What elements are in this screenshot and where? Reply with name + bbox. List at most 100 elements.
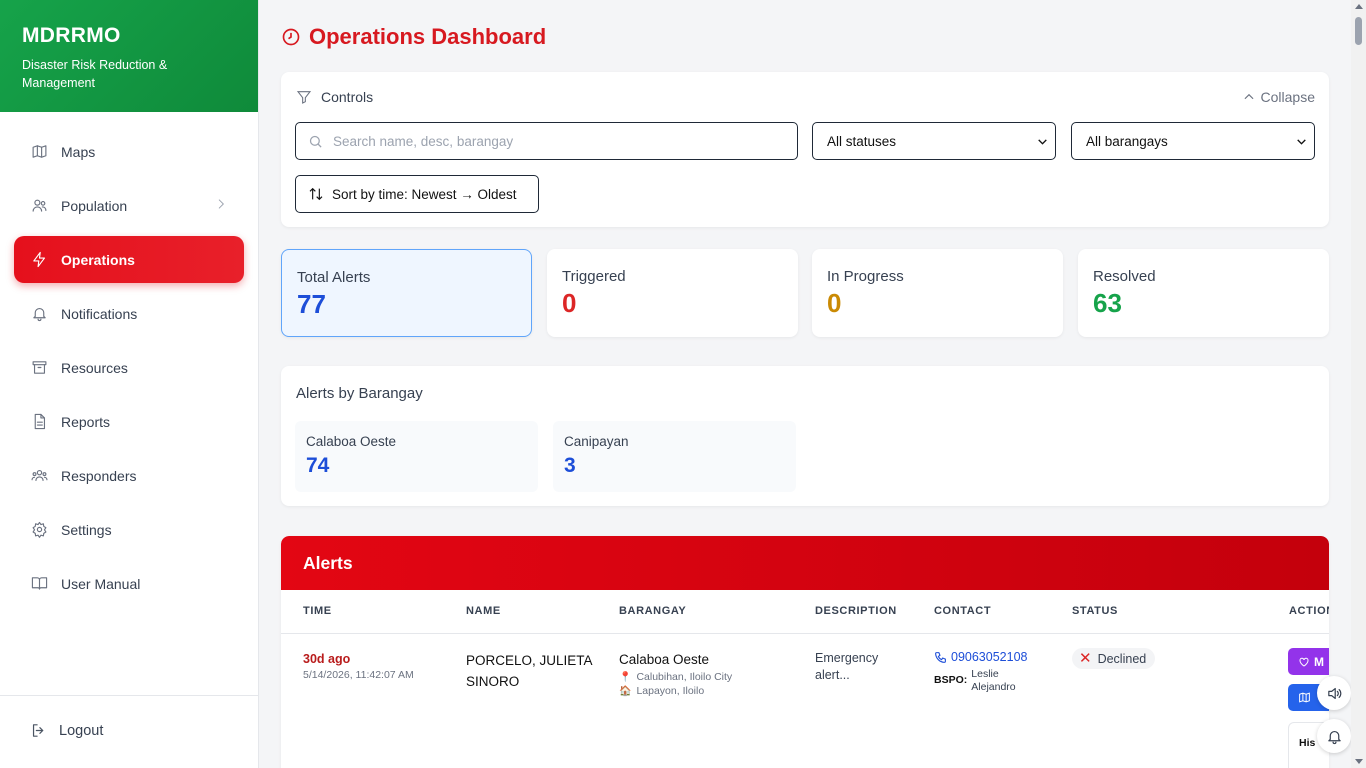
- column-header: STATUS: [1072, 605, 1118, 617]
- sidebar-item-notifications[interactable]: Notifications: [14, 290, 244, 337]
- alerts-title: Alerts: [281, 536, 1329, 590]
- logout-section: Logout: [0, 695, 258, 768]
- contact-cell: 09063052108 BSPO: Leslie Alejandro: [934, 650, 1027, 694]
- sort-label: Sort by time: Newest → Oldest: [332, 186, 517, 202]
- notifications-button[interactable]: [1317, 719, 1351, 753]
- collapse-label: Collapse: [1260, 89, 1315, 105]
- sidebar-item-settings[interactable]: Settings: [14, 506, 244, 553]
- bspo-info: BSPO: Leslie Alejandro: [934, 668, 1027, 694]
- table-header: TIME NAME BARANGAY DESCRIPTION CONTACT S…: [281, 590, 1329, 634]
- stat-label: Triggered: [562, 268, 626, 285]
- sidebar-item-population[interactable]: Population: [14, 182, 244, 229]
- close-icon: ✕: [1079, 650, 1092, 667]
- controls-panel: Controls Collapse All statuses All baran…: [281, 72, 1329, 227]
- bspo-name: Leslie Alejandro: [971, 668, 1016, 693]
- logout-icon: [32, 724, 44, 737]
- barangay-tile[interactable]: Canipayan 3: [553, 421, 796, 492]
- search-box: [295, 122, 798, 160]
- pin-icon: 📍: [619, 671, 632, 683]
- sidebar-item-operations[interactable]: Operations: [14, 236, 244, 283]
- action-label: M: [1314, 654, 1324, 669]
- column-header: TIME: [303, 605, 332, 617]
- main-content: Operations Dashboard Controls Collapse A…: [259, 0, 1351, 768]
- chevron-down-icon: [1297, 138, 1306, 145]
- filter-icon: [296, 91, 312, 104]
- sort-button[interactable]: Sort by time: Newest → Oldest: [295, 175, 539, 213]
- sidebar-item-user-manual[interactable]: User Manual: [14, 560, 244, 607]
- search-input[interactable]: [333, 133, 773, 149]
- barangay-tile[interactable]: Calaboa Oeste 74: [295, 421, 538, 492]
- time-ago: 30d ago: [303, 652, 351, 666]
- logout-label: Logout: [59, 722, 104, 739]
- timestamp: 5/14/2026, 11:42:07 AM: [303, 669, 414, 681]
- search-icon: [309, 135, 322, 148]
- action-button-primary[interactable]: M: [1288, 648, 1329, 675]
- sidebar-item-label: Resources: [61, 359, 128, 376]
- users-icon: [30, 197, 48, 215]
- sidebar-item-responders[interactable]: Responders: [14, 452, 244, 499]
- sidebar-item-label: Responders: [61, 467, 137, 484]
- controls-title: Controls: [321, 89, 374, 105]
- phone-icon: [935, 651, 946, 663]
- chevron-right-icon: [214, 197, 228, 214]
- status-select-value: All statuses: [827, 133, 897, 149]
- sidebar-item-label: Reports: [61, 413, 111, 430]
- section-title: Alerts by Barangay: [296, 385, 423, 402]
- status-select[interactable]: All statuses: [812, 122, 1056, 160]
- stat-value: 77: [297, 289, 326, 319]
- history-label: His: [1299, 737, 1316, 749]
- map-icon: [30, 143, 48, 161]
- table-row[interactable]: 30d ago 5/14/2026, 11:42:07 AM PORCELO, …: [281, 634, 1329, 768]
- column-header: BARANGAY: [619, 605, 687, 617]
- heart-icon: [1299, 657, 1309, 667]
- stat-label: In Progress: [827, 268, 904, 285]
- sidebar-item-label: Notifications: [61, 305, 138, 322]
- lightning-icon: [30, 251, 48, 269]
- scrollbar-thumb[interactable]: [1355, 17, 1362, 45]
- stat-value: 0: [827, 288, 842, 318]
- sidebar-item-reports[interactable]: Reports: [14, 398, 244, 445]
- name-cell: PORCELO, JULIETA SINORO: [466, 653, 592, 689]
- document-icon: [30, 413, 48, 431]
- house-icon: 🏠: [619, 685, 632, 697]
- phone-link[interactable]: 09063052108: [934, 650, 1027, 664]
- phone-number: 09063052108: [951, 650, 1028, 664]
- page-scrollbar[interactable]: [1351, 0, 1366, 768]
- gear-icon: [30, 521, 48, 539]
- page-title: Operations Dashboard: [281, 24, 546, 50]
- alerts-by-barangay: Alerts by Barangay Calaboa Oeste 74 Cani…: [281, 366, 1329, 506]
- stat-value: 63: [1093, 288, 1122, 318]
- sidebar-item-resources[interactable]: Resources: [14, 344, 244, 391]
- description-cell: Emergency alert...: [815, 651, 879, 682]
- bell-icon: [30, 305, 48, 323]
- map-icon: [1299, 692, 1310, 703]
- alerts-table: Alerts TIME NAME BARANGAY DESCRIPTION CO…: [281, 536, 1329, 768]
- barangay-tile-count: 74: [306, 454, 330, 477]
- column-header: NAME: [466, 605, 501, 617]
- stat-resolved[interactable]: Resolved 63: [1078, 249, 1329, 337]
- stat-triggered[interactable]: Triggered 0: [547, 249, 798, 337]
- sidebar-item-maps[interactable]: Maps: [14, 128, 244, 175]
- team-icon: [30, 467, 48, 485]
- brand-header: MDRRMO Disaster Risk Reduction & Managem…: [0, 0, 258, 112]
- barangay-tile-name: Calaboa Oeste: [306, 434, 397, 449]
- location-text: Lapayon, Iloilo: [636, 685, 705, 697]
- scroll-down-arrow[interactable]: [1355, 759, 1363, 764]
- status-badge: ✕ Declined: [1072, 648, 1156, 669]
- sidebar-item-label: Operations: [61, 251, 135, 268]
- sort-icon: [309, 187, 323, 201]
- controls-header: Controls: [296, 89, 373, 105]
- archive-icon: [30, 359, 48, 377]
- collapse-button[interactable]: Collapse: [1242, 89, 1315, 105]
- sidebar-nav: Maps Population Operations Notifications…: [0, 112, 258, 607]
- scroll-up-arrow[interactable]: [1355, 4, 1363, 9]
- bell-icon: [1327, 730, 1341, 744]
- stat-total-alerts[interactable]: Total Alerts 77: [281, 249, 532, 337]
- barangay-tile-count: 3: [564, 454, 576, 477]
- barangay-select[interactable]: All barangays: [1071, 122, 1315, 160]
- sound-toggle-button[interactable]: [1317, 676, 1351, 710]
- logout-button[interactable]: Logout: [0, 696, 258, 739]
- column-header: ACTION: [1289, 605, 1329, 617]
- stat-in-progress[interactable]: In Progress 0: [812, 249, 1063, 337]
- location-line: 📍 Calubihan, Iloilo City: [619, 671, 732, 683]
